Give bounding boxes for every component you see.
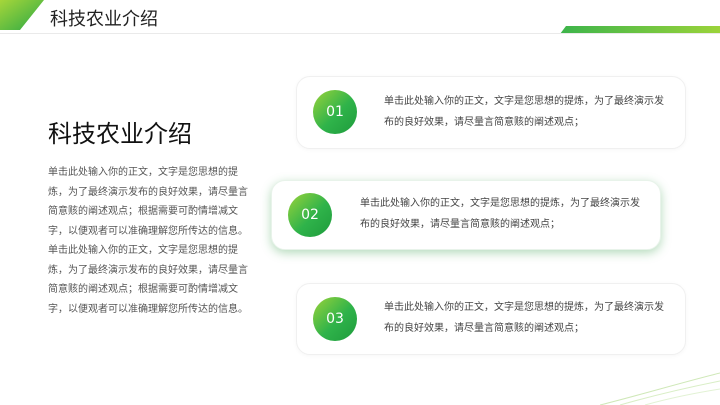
feature-card-03: 03 单击此处输入你的正文，文字是您思想的提炼，为了最终演示发布的良好效果，请尽… (296, 283, 686, 355)
card-number-badge: 01 (313, 90, 357, 134)
card-text: 单击此处输入你的正文，文字是您思想的提炼，为了最终演示发布的良好效果，请尽量言简… (384, 96, 664, 128)
intro-title: 科技农业介绍 (48, 120, 192, 148)
leaf-decoration (600, 372, 720, 405)
intro-body-text: 单击此处输入你的正文，文字是您思想的提炼，为了最终演示发布的良好效果，请尽量言简… (48, 167, 248, 315)
corner-accent-top-left (0, 0, 44, 30)
card-text: 单击此处输入你的正文，文字是您思想的提炼，为了最终演示发布的良好效果，请尽量言简… (384, 302, 664, 334)
card-text: 单击此处输入你的正文，文字是您思想的提炼，为了最终演示发布的良好效果，请尽量言简… (360, 198, 640, 230)
feature-card-01: 01 单击此处输入你的正文，文字是您思想的提炼，为了最终演示发布的良好效果，请尽… (296, 76, 686, 149)
feature-card-02: 02 单击此处输入你的正文，文字是您思想的提炼，为了最终演示发布的良好效果，请尽… (271, 180, 661, 250)
header-title: 科技农业介绍 (50, 9, 158, 30)
card-number-badge: 03 (313, 297, 357, 341)
card-number-badge: 02 (288, 193, 332, 237)
header-divider (0, 33, 720, 34)
